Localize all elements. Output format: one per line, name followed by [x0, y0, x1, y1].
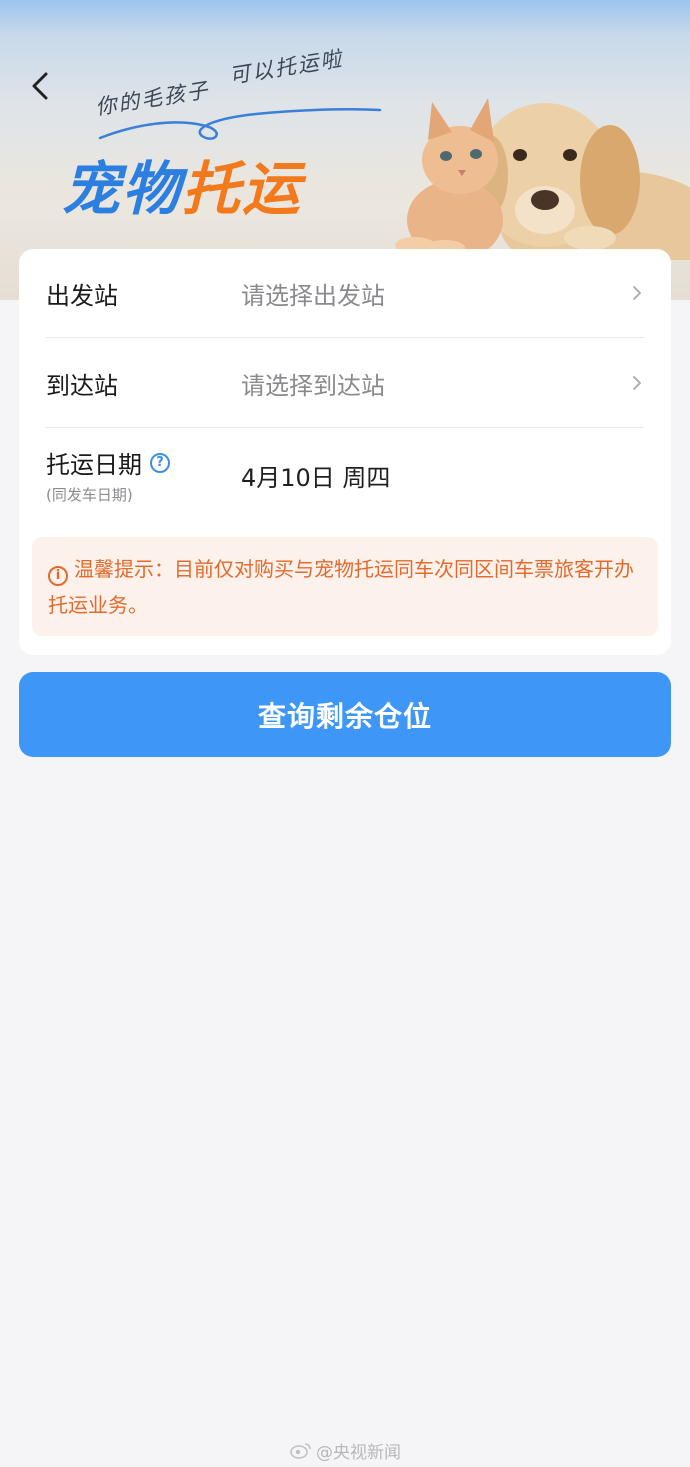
swoosh-decoration: [98, 107, 382, 140]
notice-tip: i 温馨提示：目前仅对购买与宠物托运同车次同区间车票旅客开办托运业务。: [32, 537, 658, 636]
departure-label: 出发站: [46, 281, 118, 310]
hero-title-part2: 托运: [182, 155, 303, 223]
arrival-value: 请选择到达站: [241, 371, 385, 400]
departure-station-row[interactable]: 出发站 请选择出发站: [46, 249, 644, 338]
pets-illustration: [395, 98, 690, 260]
date-label: 托运日期: [46, 451, 142, 479]
back-button[interactable]: [22, 66, 58, 106]
arrival-label: 到达站: [46, 371, 118, 400]
date-label-line: 托运日期 ?: [46, 445, 241, 480]
shipping-date-row[interactable]: 托运日期 ? (同发车日期) 4月10日 周四: [46, 429, 644, 521]
chevron-right-icon: [630, 285, 644, 301]
info-icon: i: [48, 566, 68, 586]
hero-title: 宠物托运: [62, 142, 302, 226]
date-sub-label: (同发车日期): [46, 486, 133, 504]
help-icon[interactable]: ?: [150, 452, 170, 473]
watermark: @央视新闻: [290, 1438, 401, 1463]
weibo-logo-icon: [290, 1443, 311, 1459]
tip-text: 温馨提示：目前仅对购买与宠物托运同车次同区间车票旅客开办托运业务。: [48, 557, 634, 617]
date-value: 4月10日 周四: [241, 463, 391, 492]
watermark-text: @央视新闻: [316, 1442, 401, 1463]
query-remaining-space-button[interactable]: 查询剩余仓位: [19, 672, 671, 757]
chevron-right-icon: [630, 375, 644, 391]
hero-title-part1: 宠物: [62, 155, 183, 223]
form-card: 出发站 请选择出发站 到达站 请选择到达站 托运日期 ? (同发车日期) 4月1…: [19, 249, 671, 655]
date-label-group: 托运日期 ? (同发车日期): [46, 445, 241, 505]
chevron-left-icon: [32, 72, 48, 100]
slogan-part2: 可以托运啦: [227, 46, 345, 89]
departure-value: 请选择出发站: [241, 281, 385, 310]
arrival-station-row[interactable]: 到达站 请选择到达站: [46, 339, 644, 428]
